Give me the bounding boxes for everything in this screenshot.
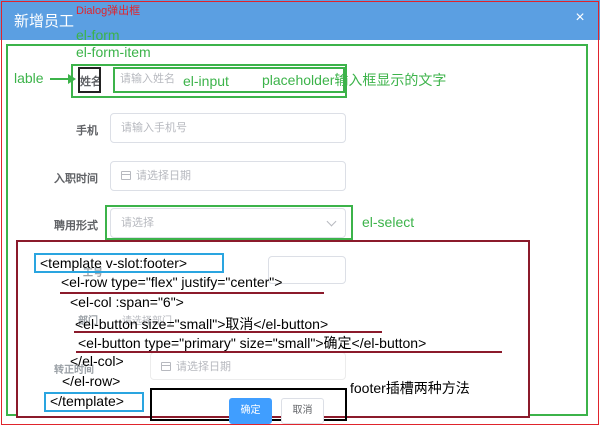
confirm-button-underline <box>76 351 502 353</box>
code-line-col-open: <el-col :span="6"> <box>70 294 184 310</box>
el-select-annotation-label: el-select <box>362 214 415 230</box>
footer-note-annotation: footer插槽两种方法 <box>350 380 470 396</box>
cancel-button[interactable]: 取消 <box>281 398 324 424</box>
code-line-template-open: <template v-slot:footer> <box>40 255 188 271</box>
code-line-confirm-button: <el-button type="primary" size="small">确… <box>78 335 427 351</box>
calendar-icon <box>161 362 171 371</box>
regular-date-picker[interactable]: 请选择日期 <box>150 352 346 380</box>
label-annotation-frame <box>78 67 101 93</box>
confirm-button[interactable]: 确定 <box>229 398 272 424</box>
el-form-annotation-label: el-form <box>76 27 120 43</box>
arrow-icon <box>68 74 76 84</box>
hire-date-placeholder: 请选择日期 <box>136 170 191 182</box>
code-line-col-close: </el-col> <box>70 353 124 369</box>
calendar-icon <box>121 171 131 180</box>
placeholder-annotation-label: placeholder输入框显示的文字 <box>262 72 447 88</box>
el-select-annotation-frame <box>105 205 353 240</box>
employment-label: 聘用形式 <box>54 220 98 232</box>
hire-date-picker[interactable]: 请选择日期 <box>110 161 346 191</box>
regular-date-placeholder: 请选择日期 <box>176 361 231 373</box>
el-form-item-annotation-label: el-form-item <box>76 44 151 60</box>
el-input-annotation-label: el-input <box>183 73 229 89</box>
lable-annotation-label: lable <box>14 70 44 86</box>
code-line-row-close: </el-row> <box>62 373 121 389</box>
code-line-template-close: </template> <box>50 393 124 409</box>
phone-label: 手机 <box>76 125 98 137</box>
code-line-row-open: <el-row type="flex" justify="center"> <box>61 274 283 290</box>
phone-input-placeholder: 请输入手机号 <box>121 122 187 134</box>
dialog-annotation-label: Dialog弹出框 <box>76 5 141 17</box>
phone-input[interactable]: 请输入手机号 <box>110 113 346 143</box>
hire-date-label: 入职时间 <box>54 173 98 185</box>
